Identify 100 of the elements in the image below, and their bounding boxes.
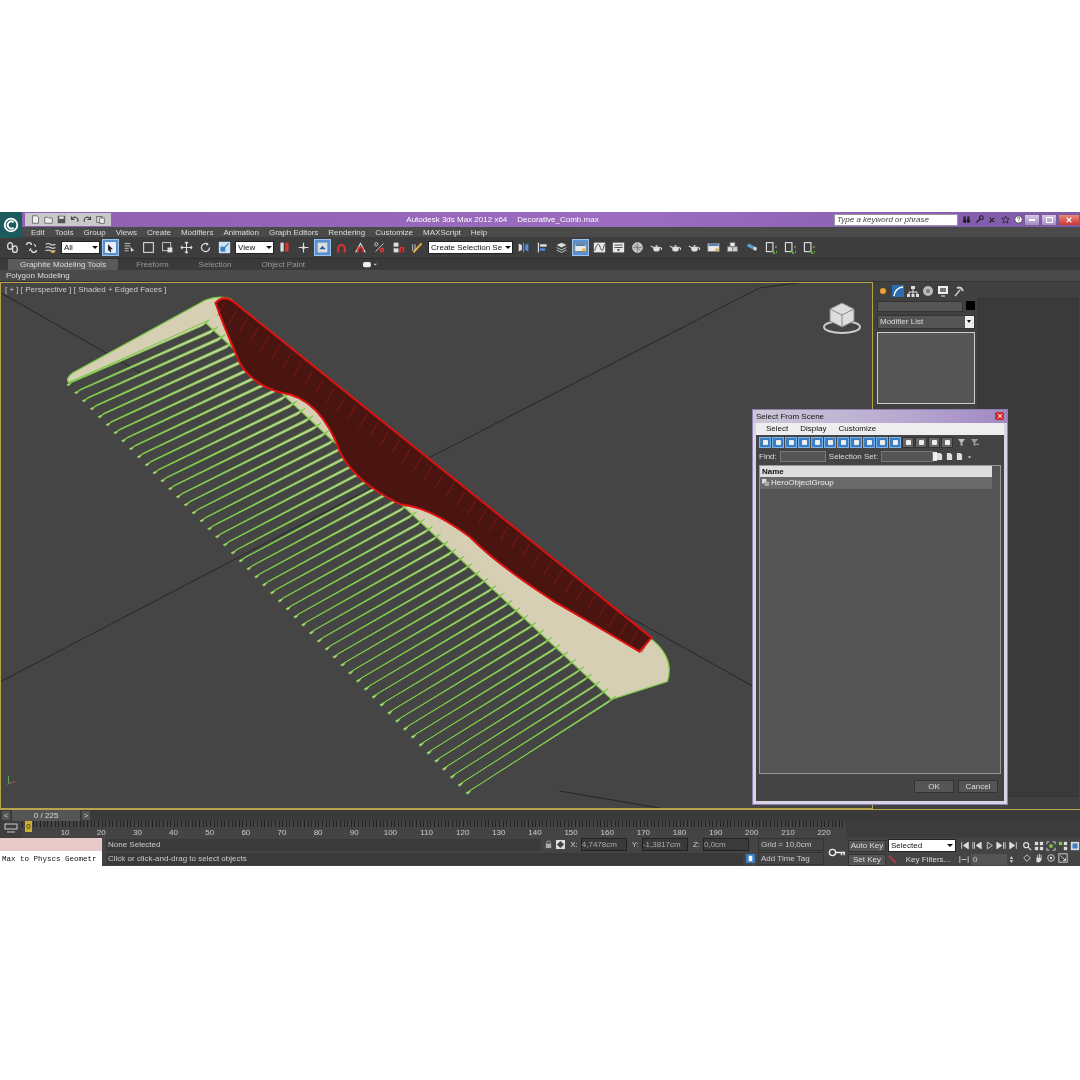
filter-toggle[interactable] [876, 436, 888, 448]
minimize-button[interactable] [1024, 213, 1040, 226]
hierarchy-icon[interactable] [907, 284, 919, 297]
filter-toggle[interactable] [798, 436, 810, 448]
frame-ruler[interactable]: 0 10 20 30 40 50 60 70 80 90 100 110 120 130 140 150 160 170 180 190 200 210 220 [22, 821, 846, 838]
menu-item[interactable]: Graph Editors [268, 227, 319, 237]
ribbon-tab[interactable]: Object Paint [249, 259, 318, 271]
menu-item[interactable]: Edit [31, 227, 45, 237]
hammer-icon[interactable] [952, 284, 964, 297]
filter-toggle[interactable] [772, 436, 784, 448]
ribbon-panel-title[interactable]: Polygon Modeling [6, 271, 70, 281]
filter-toggle[interactable] [850, 436, 862, 448]
toolbar-button[interactable] [314, 239, 331, 257]
save-icon[interactable] [57, 215, 66, 224]
menu-item[interactable]: Help [470, 227, 488, 237]
modifier-list-dropdown[interactable]: Modifier List [877, 314, 975, 329]
menu-item[interactable]: Animation [223, 227, 259, 237]
x-coordinate-field[interactable]: 4,7478cm [580, 838, 627, 851]
object-color-swatch[interactable] [966, 300, 975, 310]
filter-toggle[interactable] [759, 436, 771, 448]
toolbar-button[interactable] [572, 239, 590, 257]
menu-item[interactable]: Rendering [328, 227, 366, 237]
ribbon-tab[interactable]: Freeform [124, 259, 181, 271]
modifier-stack[interactable] [877, 331, 975, 404]
zoom-all-icon[interactable] [1058, 841, 1068, 851]
y-coordinate-field[interactable]: -1,3817cm [641, 838, 688, 851]
close-button[interactable] [995, 412, 1004, 421]
dropdown[interactable]: All [61, 241, 100, 255]
folder-icon[interactable] [44, 215, 53, 224]
grid-icon[interactable] [1034, 841, 1044, 851]
redo-icon[interactable] [83, 215, 92, 224]
menu-item[interactable]: Create [146, 227, 171, 237]
app-logo-icon[interactable] [2, 216, 20, 234]
menu-item[interactable]: Modifiers [180, 227, 214, 237]
dropdown[interactable]: View [235, 241, 274, 255]
find-field[interactable] [779, 450, 826, 462]
help-icon[interactable] [1014, 215, 1023, 224]
dialog-button[interactable]: Cancel [958, 779, 998, 793]
zoom-extents-icon[interactable] [1046, 841, 1056, 851]
script-input-field[interactable] [0, 838, 102, 851]
comb-model-drawing[interactable] [66, 296, 670, 795]
time-tag-icon[interactable] [746, 854, 755, 863]
view-cube-icon[interactable] [822, 300, 862, 335]
play-icon[interactable] [984, 841, 994, 850]
toolbar-button[interactable] [102, 239, 119, 257]
go-to-start-icon[interactable] [960, 841, 970, 850]
key-mode-dropdown[interactable]: Selected [888, 839, 956, 852]
add-time-tag-button[interactable]: Add Time Tag [758, 852, 824, 865]
curve-icon[interactable] [892, 284, 904, 297]
dropdown[interactable]: Create Selection Se [428, 241, 514, 255]
close-button[interactable] [1058, 213, 1080, 226]
wrench-icon[interactable] [975, 215, 984, 224]
project-icon[interactable] [96, 215, 105, 224]
document-icon[interactable] [31, 215, 40, 224]
key-icon[interactable] [828, 847, 846, 857]
object-name-field[interactable] [877, 300, 963, 312]
filter-icon[interactable] [970, 437, 979, 447]
z-coordinate-field[interactable]: 0,0cm [703, 838, 749, 851]
column-header[interactable]: Name [762, 466, 784, 476]
set-key-button[interactable]: Set Key [848, 853, 886, 866]
time-slider-thumb[interactable]: 0 / 225 [12, 809, 81, 821]
lock-icon[interactable] [544, 840, 554, 849]
filter-toggle[interactable] [941, 436, 953, 448]
undo-icon[interactable] [70, 215, 79, 224]
motion-icon[interactable] [922, 284, 934, 297]
field-of-view-icon[interactable] [1070, 841, 1080, 851]
spinner-icon[interactable] [1009, 855, 1014, 864]
menu-item[interactable]: Customize [375, 227, 414, 237]
menu-item[interactable]: Views [115, 227, 137, 237]
options-icon[interactable] [363, 261, 378, 269]
menu-item[interactable]: MAXScript [423, 227, 461, 237]
zoom-icon[interactable] [1022, 841, 1032, 851]
menu-item[interactable]: Group [83, 227, 106, 237]
menu-item[interactable]: Tools [54, 227, 74, 237]
maximize-icon[interactable] [1058, 853, 1068, 863]
current-frame-marker[interactable]: 0 [25, 821, 32, 832]
star-icon[interactable] [1001, 215, 1010, 224]
viewport-label[interactable]: [ + ] [ Perspective ] [ Shaded + Edged Faces ] [5, 284, 167, 294]
monitor-icon[interactable] [937, 284, 949, 297]
filter-icon[interactable] [957, 437, 966, 447]
restore-button[interactable] [1041, 213, 1057, 226]
filter-toggle[interactable] [889, 436, 901, 448]
hand-icon[interactable] [1034, 853, 1044, 863]
ribbon-tab[interactable]: Selection [186, 259, 244, 271]
filter-toggle[interactable] [837, 436, 849, 448]
search-field[interactable]: Type a keyword or phrase [834, 213, 958, 226]
orbit-icon[interactable] [1046, 853, 1056, 863]
next-frame-icon[interactable] [996, 841, 1006, 850]
transform-mode-icon[interactable] [556, 840, 566, 849]
filter-toggle[interactable] [915, 436, 927, 448]
auto-key-button[interactable]: Auto Key [848, 839, 886, 852]
filter-toggle[interactable] [811, 436, 823, 448]
filter-toggle[interactable] [928, 436, 940, 448]
menu-item[interactable]: Display [800, 424, 827, 434]
binoculars-icon[interactable] [962, 215, 971, 224]
pan-icon[interactable] [1022, 853, 1032, 863]
filter-toggle[interactable] [902, 436, 914, 448]
filter-toggle[interactable] [824, 436, 836, 448]
go-to-end-icon[interactable] [1008, 841, 1018, 850]
filter-toggle[interactable] [785, 436, 797, 448]
